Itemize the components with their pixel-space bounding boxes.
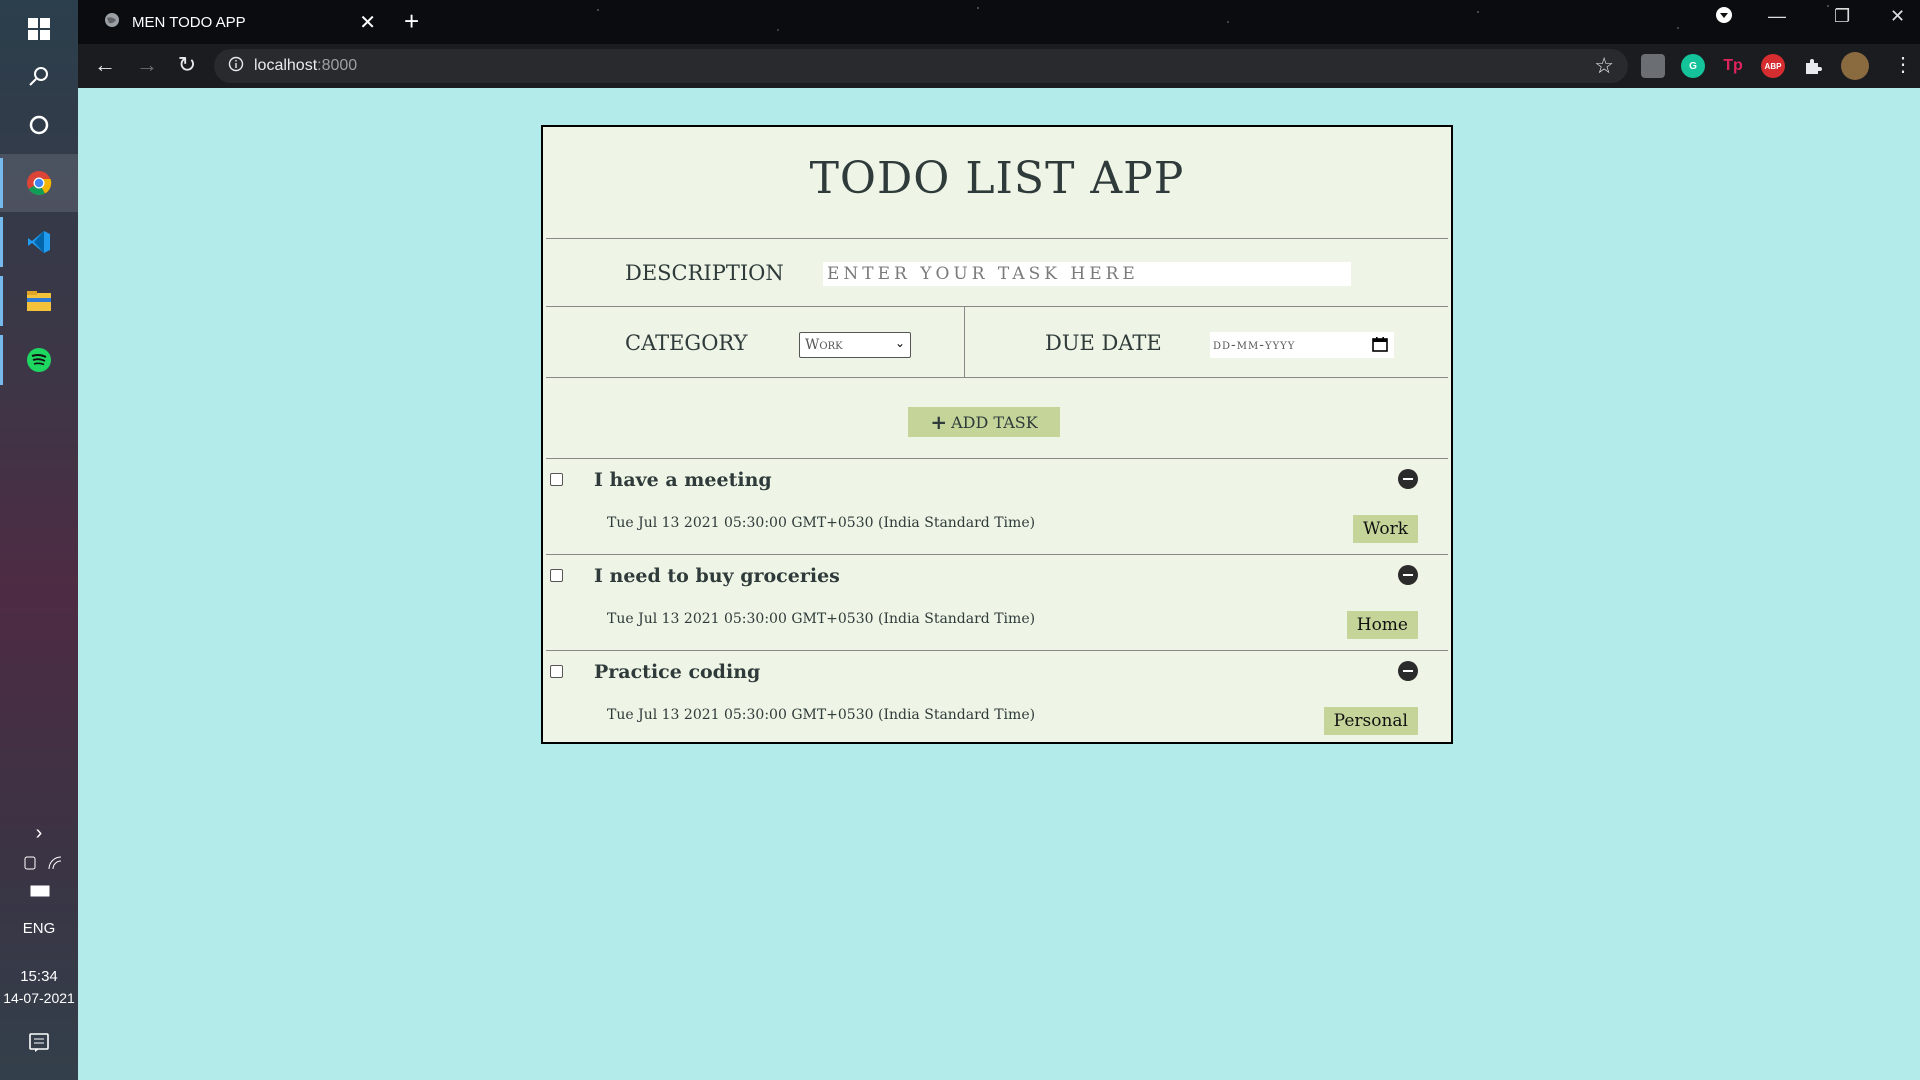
due-date-input[interactable]: dd-mm-yyyy (1210, 332, 1394, 358)
description-label: DESCRIPTION (625, 261, 784, 285)
profile-menu-icon[interactable] (1715, 6, 1733, 29)
url-text[interactable]: localhost:8000 (254, 57, 357, 75)
cortana-icon[interactable] (0, 96, 78, 154)
due-date-placeholder: dd-mm-yyyy (1213, 337, 1296, 353)
task-date: Tue Jul 13 2021 05:30:00 GMT+0530 (India… (607, 515, 1036, 531)
spotify-icon[interactable] (0, 331, 78, 389)
category-select[interactable]: Work ⌄ (799, 332, 911, 358)
todo-app-card: TODO LIST APP DESCRIPTION CATEGORY Work … (541, 125, 1453, 744)
task-name: I need to buy groceries (594, 565, 840, 587)
due-date-label: DUE DATE (1045, 331, 1162, 355)
avatar[interactable] (1841, 52, 1869, 80)
vscode-icon[interactable] (0, 213, 78, 271)
chevron-down-icon: ⌄ (894, 336, 905, 350)
remove-task-icon[interactable] (1398, 469, 1418, 489)
site-info-icon[interactable] (228, 56, 244, 77)
tab-title: MEN TODO APP (132, 13, 246, 31)
add-task-button[interactable]: + ADD TASK (908, 407, 1060, 437)
back-icon[interactable]: ← (90, 52, 120, 80)
divider (546, 377, 1448, 378)
description-input[interactable] (823, 262, 1351, 286)
page-content: TODO LIST APP DESCRIPTION CATEGORY Work … (78, 88, 1920, 1080)
category-badge: Personal (1323, 707, 1418, 735)
task-checkbox[interactable] (550, 473, 563, 486)
category-selected-value: Work (805, 337, 843, 353)
divider (546, 306, 1448, 307)
category-badge: Home (1346, 611, 1418, 639)
reload-icon[interactable]: ↻ (172, 52, 202, 80)
task-item: Practice coding Tue Jul 13 2021 05:30:00… (543, 651, 1451, 747)
restore-icon[interactable]: ❐ (1834, 6, 1850, 27)
task-item: I need to buy groceries Tue Jul 13 2021 … (543, 555, 1451, 651)
add-task-label: ADD TASK (951, 412, 1038, 432)
remove-task-icon[interactable] (1398, 565, 1418, 585)
forward-icon[interactable]: → (132, 52, 162, 80)
adblock-plus-icon[interactable]: ABP (1761, 54, 1785, 78)
chevron-right-icon[interactable]: › (0, 822, 78, 845)
clock-date[interactable]: 14-07-2021 (0, 990, 78, 1006)
url-port: :8000 (317, 57, 358, 74)
task-name: I have a meeting (594, 469, 772, 491)
menu-dots-icon[interactable]: ⋮ (1888, 52, 1918, 80)
browser-tab[interactable]: MEN TODO APP ✕ (78, 0, 388, 44)
tp-icon[interactable]: Tp (1721, 54, 1745, 78)
page-title: TODO LIST APP (809, 153, 1185, 204)
task-checkbox[interactable] (550, 665, 563, 678)
language-indicator[interactable]: ENG (0, 920, 78, 937)
divider (546, 238, 1448, 239)
notifications-icon[interactable] (0, 1033, 78, 1057)
file-explorer-icon[interactable] (0, 272, 78, 330)
task-date: Tue Jul 13 2021 05:30:00 GMT+0530 (India… (607, 707, 1036, 723)
url-host: localhost (254, 57, 318, 74)
browser-chrome: MEN TODO APP ✕ + — ❐ ✕ ← → ↻ localhost:8… (78, 0, 1920, 88)
new-tab-icon[interactable]: + (404, 6, 419, 37)
extension-generic-icon[interactable] (1641, 54, 1665, 78)
globe-icon (104, 12, 120, 32)
grammarly-icon[interactable]: G (1681, 54, 1705, 78)
extensions-icon[interactable] (1801, 54, 1825, 78)
category-label: CATEGORY (625, 331, 748, 355)
battery-icon[interactable] (0, 884, 78, 902)
windows-taskbar: › ENG 15:34 14-07-2021 (0, 0, 78, 1080)
task-date: Tue Jul 13 2021 05:30:00 GMT+0530 (India… (607, 611, 1036, 627)
close-window-icon[interactable]: ✕ (1890, 6, 1905, 27)
category-badge: Work (1353, 515, 1418, 543)
chrome-icon[interactable] (0, 154, 78, 212)
plus-icon: + (930, 410, 948, 434)
minimize-icon[interactable]: — (1768, 6, 1786, 27)
clock-time[interactable]: 15:34 (0, 968, 78, 985)
remove-task-icon[interactable] (1398, 661, 1418, 681)
task-checkbox[interactable] (550, 569, 563, 582)
bookmark-star-icon[interactable]: ☆ (1594, 53, 1614, 79)
task-item: I have a meeting Tue Jul 13 2021 05:30:0… (543, 459, 1451, 555)
close-tab-icon[interactable]: ✕ (359, 10, 376, 35)
divider (964, 307, 965, 377)
calendar-icon[interactable] (1372, 336, 1388, 356)
browser-toolbar: ← → ↻ localhost:8000 ☆ G Tp ABP ⋮ (78, 44, 1920, 88)
address-bar[interactable]: localhost:8000 ☆ (214, 49, 1628, 83)
task-name: Practice coding (594, 661, 761, 683)
network-icon[interactable] (0, 854, 78, 875)
